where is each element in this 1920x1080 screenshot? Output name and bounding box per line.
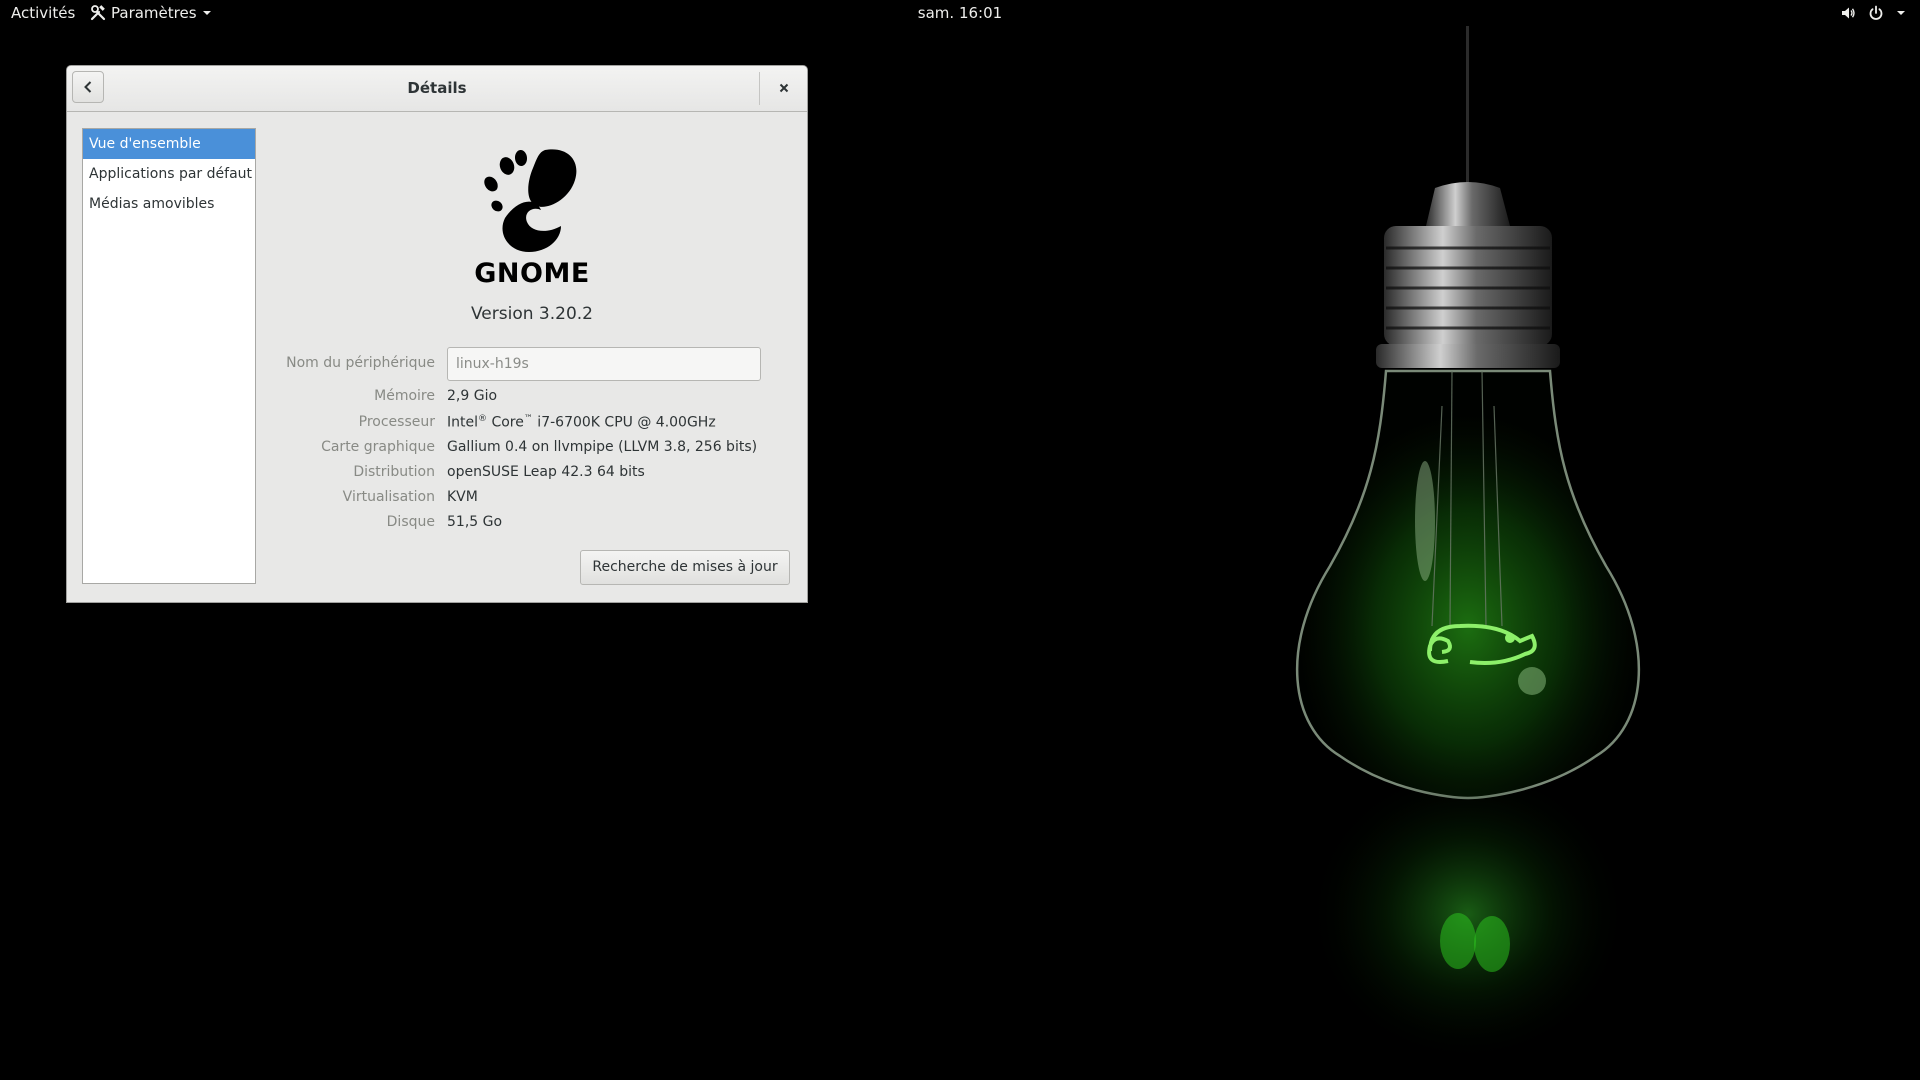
- gnome-wordmark: GNOME: [474, 258, 590, 289]
- processor-value: Intel® Core™ i7-6700K CPU @ 4.00GHz: [447, 414, 716, 431]
- trademark-mark: ™: [523, 414, 533, 424]
- registered-mark: ®: [478, 414, 487, 424]
- app-menu[interactable]: Paramètres: [90, 0, 212, 26]
- check-updates-button[interactable]: Recherche de mises à jour: [580, 550, 790, 585]
- sidebar-item-overview[interactable]: Vue d'ensemble: [83, 129, 255, 159]
- graphics-label: Carte graphique: [321, 439, 435, 455]
- device-name-input[interactable]: [447, 347, 761, 381]
- settings-tools-icon: [90, 5, 106, 21]
- virtualization-value: KVM: [447, 489, 478, 505]
- processor-brand: Intel: [447, 414, 478, 431]
- wallpaper-lightbulb: [1295, 26, 1641, 1080]
- chevron-down-icon: [1897, 11, 1905, 15]
- distribution-row: Distribution openSUSE Leap 42.3 64 bits: [67, 464, 807, 486]
- volume-icon: [1842, 7, 1855, 19]
- memory-row: Mémoire 2,9 Gio: [67, 388, 807, 410]
- close-button[interactable]: [768, 72, 800, 104]
- sidebar-item-default-apps[interactable]: Applications par défaut: [83, 159, 255, 189]
- memory-label: Mémoire: [374, 388, 435, 404]
- graphics-row: Carte graphique Gallium 0.4 on llvmpipe …: [67, 439, 807, 461]
- top-bar: Activités Paramètres sam. 16:01: [0, 0, 1920, 26]
- graphics-value: Gallium 0.4 on llvmpipe (LLVM 3.8, 256 b…: [447, 439, 758, 455]
- disk-value: 51,5 Go: [447, 514, 503, 530]
- chevron-left-icon: [84, 81, 92, 93]
- gnome-version: Version 3.20.2: [471, 304, 593, 324]
- header-separator: [759, 72, 760, 105]
- sidebar-item-removable-media[interactable]: Médias amovibles: [83, 189, 255, 219]
- clock[interactable]: sam. 16:01: [918, 4, 1002, 22]
- disk-row: Disque 51,5 Go: [67, 514, 807, 536]
- disk-label: Disque: [386, 514, 435, 530]
- chevron-down-icon: [202, 11, 211, 15]
- distribution-value: openSUSE Leap 42.3 64 bits: [447, 464, 645, 480]
- header-bar: Détails: [67, 66, 807, 112]
- back-button[interactable]: [72, 71, 104, 103]
- virtualization-row: Virtualisation KVM: [67, 489, 807, 511]
- processor-model: i7-6700K CPU @ 4.00GHz: [532, 414, 716, 431]
- window-title: Détails: [407, 79, 467, 97]
- gnome-foot-logo: [484, 149, 577, 252]
- details-window: Détails Vue d'ensemble Applications par …: [66, 65, 808, 603]
- activities-button[interactable]: Activités: [11, 0, 75, 26]
- memory-value: 2,9 Gio: [447, 388, 498, 404]
- clock-container: sam. 16:01: [0, 0, 1920, 26]
- power-icon: [1869, 5, 1883, 20]
- processor-row: Processeur Intel® Core™ i7-6700K CPU @ 4…: [67, 414, 807, 436]
- device-name-label: Nom du périphérique: [286, 355, 435, 371]
- app-menu-label: Paramètres: [111, 4, 197, 22]
- system-menu[interactable]: [1840, 0, 1906, 26]
- virtualization-label: Virtualisation: [342, 489, 435, 505]
- processor-label: Processeur: [358, 414, 435, 430]
- distribution-label: Distribution: [353, 464, 435, 480]
- close-icon: [779, 83, 789, 93]
- processor-family: Core: [491, 414, 524, 431]
